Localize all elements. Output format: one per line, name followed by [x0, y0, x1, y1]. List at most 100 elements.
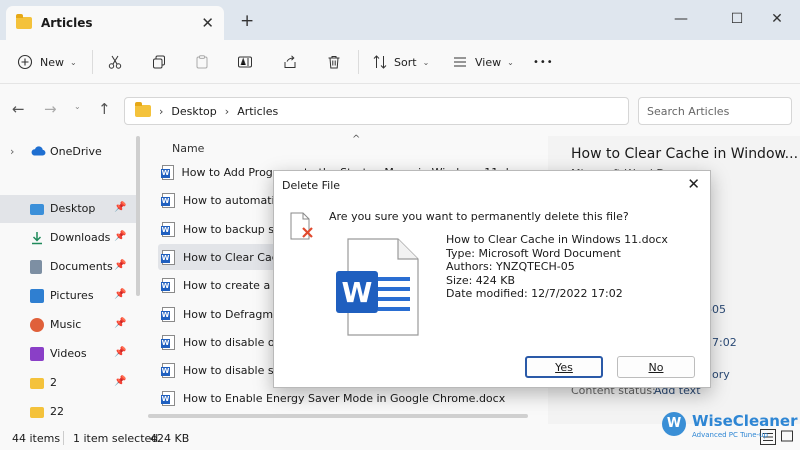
word-document-icon [161, 249, 175, 265]
plus-circle-icon [16, 53, 34, 71]
dialog-title: Delete File [282, 179, 341, 192]
file-info-size: Size: 424 KB [446, 273, 516, 287]
nav-item-music[interactable]: Music 📌 [0, 311, 136, 339]
breadcrumb-articles[interactable]: Articles [237, 105, 278, 118]
delete-file-dialog: Delete File ✕ Are you sure you want to p… [273, 170, 711, 388]
new-label: New [40, 55, 64, 69]
yes-button[interactable]: Yes [525, 356, 603, 378]
cut-button[interactable] [106, 48, 124, 76]
pin-icon: 📌 [114, 376, 127, 387]
nav-item-videos[interactable]: Videos 📌 [0, 340, 136, 368]
pin-icon: 📌 [114, 260, 127, 271]
delete-file-icon [287, 211, 317, 241]
copy-icon [150, 53, 168, 71]
delete-button[interactable] [325, 48, 343, 76]
pictures-icon [30, 289, 44, 303]
file-name: How to Defragmen [183, 307, 287, 321]
pin-icon: 📌 [114, 231, 127, 242]
file-list-scrollbar[interactable] [148, 414, 528, 418]
item-count: 44 items [12, 432, 61, 445]
selection-size: 424 KB [150, 432, 190, 445]
word-document-icon [161, 164, 174, 180]
file-info-authors: Authors: YNZQTECH-05 [446, 260, 575, 273]
nav-label: OneDrive [50, 145, 102, 158]
more-options-button[interactable]: ••• [533, 48, 554, 76]
wisecleaner-logo: W [662, 412, 686, 436]
nav-item-folder-22[interactable]: 22 [0, 398, 136, 426]
view-lines-icon [451, 53, 469, 71]
word-document-large-icon: W [334, 237, 422, 337]
download-icon [30, 231, 44, 245]
tab-title: Articles [41, 16, 93, 30]
word-document-icon [161, 362, 175, 378]
view-button[interactable]: View ⌄ [451, 48, 514, 76]
close-button[interactable]: ✕ [754, 5, 800, 33]
scissors-icon [106, 53, 124, 71]
chevron-right-icon: › [10, 145, 15, 158]
status-divider [63, 431, 64, 445]
nav-item-downloads[interactable]: Downloads 📌 [0, 224, 136, 252]
documents-icon [30, 260, 42, 274]
chevron-right-icon: › [224, 104, 230, 118]
watermark: W WiseCleaner Advanced PC Tune-up [652, 410, 800, 450]
watermark-subtitle: Advanced PC Tune-up [692, 431, 768, 439]
nav-label: 22 [50, 405, 64, 418]
nav-label: Videos [50, 347, 87, 360]
paste-button[interactable] [193, 48, 211, 76]
breadcrumb-desktop[interactable]: Desktop [171, 105, 216, 118]
chevron-down-icon: ⌄ [507, 57, 514, 67]
dialog-close-icon[interactable]: ✕ [687, 175, 700, 193]
selection-count: 1 item selected [73, 432, 159, 445]
no-label: No [648, 360, 664, 374]
folder-icon [135, 102, 151, 117]
file-row[interactable]: How to Enable Energy Saver Mode in Googl… [158, 385, 528, 411]
rename-button[interactable] [236, 48, 254, 76]
clipboard-icon [193, 53, 211, 71]
address-bar[interactable]: › Desktop › Articles [124, 97, 629, 125]
back-arrow-icon[interactable]: ← [12, 100, 25, 118]
no-button[interactable]: No [617, 356, 695, 378]
new-button[interactable]: New ⌄ [16, 48, 77, 76]
title-bar: Articles ✕ + — ☐ ✕ [0, 0, 800, 40]
music-icon [30, 318, 44, 332]
view-label: View [475, 55, 502, 69]
pin-icon: 📌 [114, 202, 127, 213]
chevron-down-icon[interactable]: ⌄ [74, 102, 81, 111]
new-tab-button[interactable]: + [240, 11, 254, 31]
nav-label: Downloads [50, 231, 111, 244]
nav-item-desktop[interactable]: Desktop 📌 [0, 195, 136, 223]
file-name: How to Enable Energy Saver Mode in Googl… [183, 391, 506, 405]
tab-articles[interactable]: Articles ✕ [6, 6, 224, 40]
nav-label: 2 [50, 376, 57, 389]
forward-arrow-icon[interactable]: → [44, 100, 57, 118]
nav-label: Music [50, 318, 82, 331]
nav-label: Documents [50, 260, 113, 273]
sort-label: Sort [394, 55, 417, 69]
nav-item-documents[interactable]: Documents 📌 [0, 253, 136, 281]
tab-close-icon[interactable]: ✕ [201, 14, 214, 32]
chevron-down-icon: ⌄ [70, 57, 77, 67]
word-document-icon [161, 192, 175, 208]
search-input[interactable]: Search Articles [638, 97, 792, 125]
toolbar-divider [92, 50, 93, 74]
preview-category-value: ory [712, 368, 730, 381]
up-arrow-icon[interactable]: ↑ [98, 100, 111, 118]
chevron-down-icon: ⌄ [422, 57, 430, 67]
file-name: How to backup sys [183, 222, 287, 236]
column-header-name[interactable]: Name [172, 142, 204, 155]
file-info-date: Date modified: 12/7/2022 17:02 [446, 287, 623, 300]
nav-item-folder-2[interactable]: 2 📌 [0, 369, 136, 397]
search-placeholder: Search Articles [647, 104, 730, 118]
nav-item-pictures[interactable]: Pictures 📌 [0, 282, 136, 310]
file-info-name: How to Clear Cache in Windows 11.docx [446, 233, 668, 246]
command-bar: New ⌄ Sort ⌄ View ⌄ ••• [0, 40, 800, 84]
share-button[interactable] [281, 48, 299, 76]
navigation-pane: › OneDrive Desktop 📌 Downloads 📌 Documen… [0, 136, 140, 424]
minimize-button[interactable]: — [658, 5, 704, 33]
word-document-icon [161, 334, 175, 350]
copy-button[interactable] [150, 48, 168, 76]
nav-item-onedrive[interactable]: › OneDrive [0, 138, 136, 166]
nav-label: Desktop [50, 202, 96, 215]
word-document-icon [161, 390, 175, 406]
sort-button[interactable]: Sort ⌄ [371, 48, 429, 76]
